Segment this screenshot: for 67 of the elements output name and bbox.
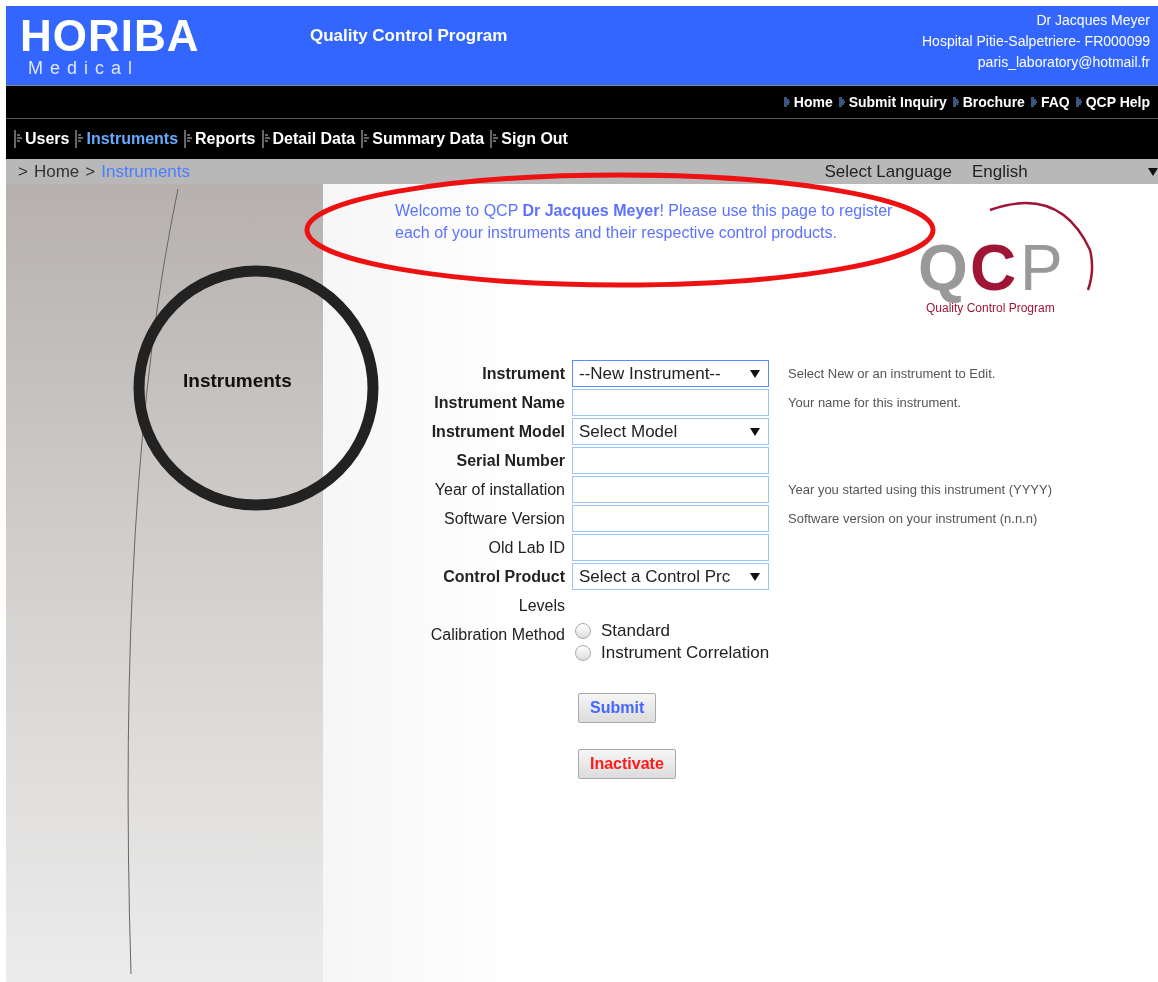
field-label: Control Product <box>442 567 566 587</box>
nav-tab[interactable]: Sign Out <box>490 130 568 148</box>
nav-tab[interactable]: Users <box>14 130 70 148</box>
brand-subtitle: Medical <box>28 58 141 79</box>
field-label: Instrument Model <box>430 422 566 442</box>
top-link[interactable]: FAQ <box>1030 94 1070 110</box>
field-hint: Year you started using this instrument (YYYY) <box>787 482 1053 497</box>
field-label: Software Version <box>443 509 566 529</box>
field-label: Instrument <box>481 364 566 384</box>
divider-icon <box>361 130 370 148</box>
arrow-icon <box>1075 97 1082 107</box>
caret-icon <box>1148 167 1158 176</box>
user-info: paris_laboratory@hotmail.fr <box>976 53 1150 72</box>
arrow-icon <box>952 97 959 107</box>
field-hint: Your name for this instrument. <box>787 395 962 410</box>
qcp-logo: QCP Quality Control Program <box>910 190 1100 320</box>
field-label: Levels <box>517 596 566 616</box>
divider-icon <box>490 130 499 148</box>
radio-label: Standard <box>601 621 670 641</box>
welcome-message: Welcome to QCP Dr Jacques Meyer! Please use this page to register each of your instruments and their respective control products. <box>395 201 894 243</box>
input-field[interactable] <box>572 389 769 416</box>
nav-tab[interactable]: Instruments <box>75 130 179 148</box>
top-link[interactable]: Home <box>783 94 833 110</box>
field-label: Year of installation <box>433 480 566 500</box>
select-field[interactable]: Select Model <box>572 418 769 445</box>
arrow-icon <box>1030 97 1037 107</box>
field-label: Serial Number <box>455 451 566 471</box>
divider-icon <box>261 130 270 148</box>
nav-tab[interactable]: Summary Data <box>361 130 485 148</box>
breadcrumb-separator: > <box>85 161 96 182</box>
user-info: Dr Jacques Meyer <box>1035 11 1150 30</box>
radio-label: Instrument Correlation <box>601 643 770 663</box>
caret-icon <box>750 369 760 378</box>
input-field[interactable] <box>572 476 769 503</box>
top-link[interactable]: QCP Help <box>1075 94 1150 110</box>
field-label: Instrument Name <box>433 393 566 413</box>
brand-logo: HORIBA <box>20 14 201 58</box>
select-field[interactable]: Select a Control Prc <box>572 563 769 590</box>
divider-icon <box>75 130 84 148</box>
caret-icon <box>750 427 760 436</box>
divider-icon <box>14 130 22 148</box>
field-hint: Software version on your instrument (n.n.n) <box>787 511 1039 526</box>
nav-tab[interactable]: Reports <box>184 130 256 148</box>
radio-button[interactable] <box>575 645 591 661</box>
arrow-icon <box>783 97 790 107</box>
divider-icon <box>184 130 193 148</box>
language-select[interactable]: English <box>972 161 1158 182</box>
input-field[interactable] <box>572 505 769 532</box>
language-label: Select Language <box>824 161 952 182</box>
caret-icon <box>750 572 760 581</box>
breadcrumb-separator: > <box>18 161 28 182</box>
arrow-icon <box>838 97 845 107</box>
section-title: Instruments <box>183 370 292 392</box>
field-label: Old Lab ID <box>487 538 566 558</box>
field-label: Calibration Method <box>429 625 566 645</box>
nav-tab[interactable]: Detail Data <box>261 130 356 148</box>
input-field[interactable] <box>572 534 769 561</box>
field-hint: Select New or an instrument to Edit. <box>787 366 997 381</box>
radio-button[interactable] <box>575 623 591 639</box>
submit-button[interactable]: Submit <box>578 693 657 723</box>
program-title: Quality Control Program <box>310 26 508 46</box>
input-field[interactable] <box>572 447 769 474</box>
user-info: Hospital Pitie-Salpetriere- FR000099 <box>922 32 1150 51</box>
breadcrumb-link[interactable]: Home <box>33 161 80 182</box>
select-field[interactable]: --New Instrument-- <box>572 360 769 387</box>
top-link[interactable]: Submit Inquiry <box>838 94 947 110</box>
top-link[interactable]: Brochure <box>952 94 1025 110</box>
